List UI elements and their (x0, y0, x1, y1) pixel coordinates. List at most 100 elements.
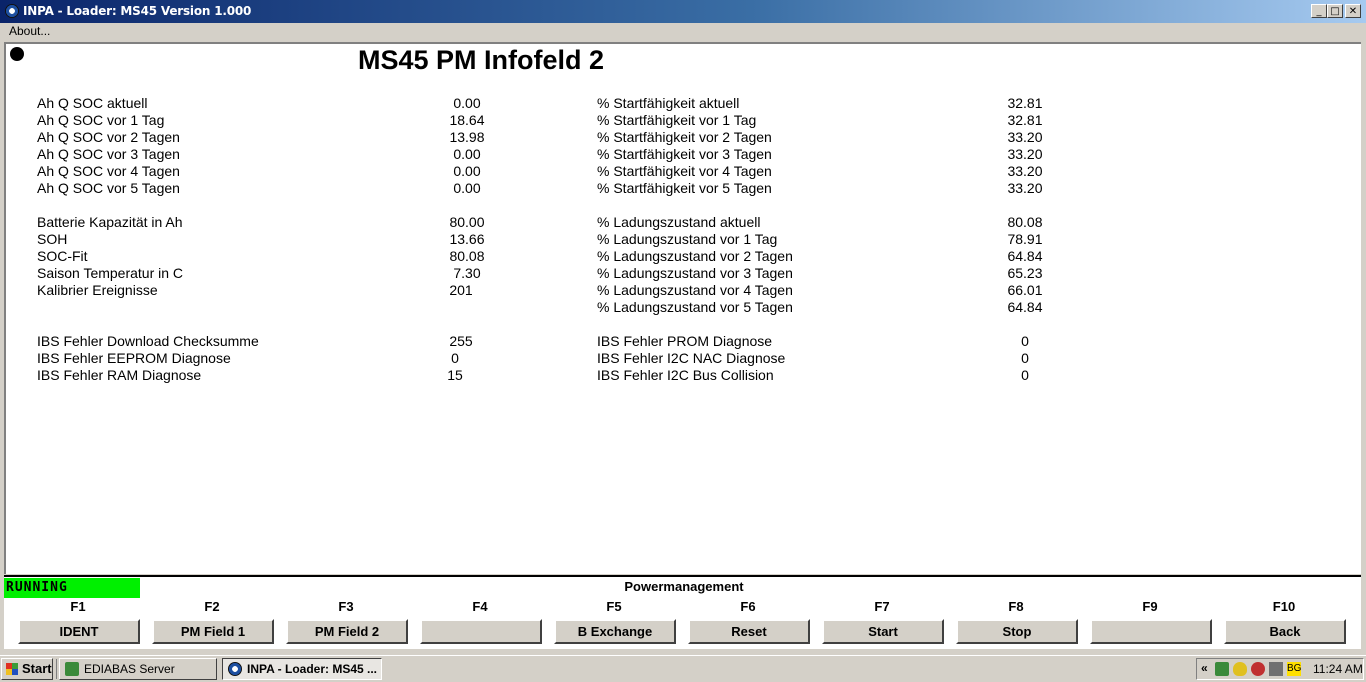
right-label: % Ladungszustand vor 2 Tagen (597, 248, 793, 264)
shield-icon[interactable] (1233, 662, 1247, 676)
right-label: % Startfähigkeit vor 3 Tagen (597, 146, 772, 162)
security-icon[interactable] (1251, 662, 1265, 676)
start-button[interactable]: Start (822, 619, 944, 644)
right-label: IBS Fehler PROM Diagnose (597, 333, 773, 349)
left-label: Ah Q SOC vor 4 Tagen (37, 163, 180, 179)
left-label: IBS Fehler RAM Diagnose (37, 367, 202, 383)
right-label: % Startfähigkeit vor 1 Tag (597, 112, 757, 128)
right-value: 33.20 (1007, 129, 1043, 145)
left-label: Ah Q SOC vor 3 Tagen (37, 146, 180, 162)
right-value: 65.23 (1007, 265, 1043, 281)
fkey-label-f7: F7 (874, 599, 890, 614)
pm-field-2-button[interactable]: PM Field 2 (286, 619, 408, 644)
right-label: % Ladungszustand vor 1 Tag (597, 231, 778, 247)
fkey-label-f6: F6 (740, 599, 756, 614)
reset-button[interactable]: Reset (688, 619, 810, 644)
taskbar-item-label: INPA - Loader: MS45 ... (247, 662, 378, 676)
bmw-icon (228, 662, 242, 676)
right-value: 80.08 (1007, 214, 1043, 230)
right-value: 66.01 (1007, 282, 1043, 298)
right-value: 33.20 (1007, 146, 1043, 162)
left-value: 15 (447, 367, 463, 383)
f9-button[interactable] (1090, 619, 1212, 644)
system-tray: « BG 11:24 AM (1196, 658, 1364, 680)
close-button[interactable]: ✕ (1345, 4, 1361, 18)
left-value: 255 (449, 333, 473, 349)
taskbar-item-label: EDIABAS Server (84, 662, 175, 676)
right-value: 33.20 (1007, 163, 1043, 179)
pm-field-1-button[interactable]: PM Field 1 (152, 619, 274, 644)
left-label: Saison Temperatur in C (37, 265, 184, 281)
tray-expand-button[interactable]: « (1201, 661, 1208, 675)
right-label: % Startfähigkeit aktuell (597, 95, 740, 111)
right-value: 0 (1021, 350, 1029, 366)
right-label: % Startfähigkeit vor 5 Tagen (597, 180, 772, 196)
right-value: 32.81 (1007, 95, 1043, 111)
left-value: 201 (449, 282, 473, 298)
clock[interactable]: 11:24 AM (1313, 662, 1363, 676)
fkey-label-f4: F4 (472, 599, 488, 614)
window-title: INPA - Loader: MS45 Version 1.000 (23, 4, 252, 18)
right-label: IBS Fehler I2C Bus Collision (597, 367, 774, 383)
left-value: 0.00 (453, 95, 481, 111)
right-value: 64.84 (1007, 248, 1043, 264)
start-menu-button[interactable]: Start (1, 658, 53, 680)
left-label: Kalibrier Ereignisse (37, 282, 158, 298)
stop-button[interactable]: Stop (956, 619, 1078, 644)
left-value: 13.98 (449, 129, 485, 145)
menu-bar: About... (0, 23, 1366, 41)
right-label: % Ladungszustand vor 5 Tagen (597, 299, 793, 315)
left-value: 7.30 (453, 265, 481, 281)
b-exchange-button[interactable]: B Exchange (554, 619, 676, 644)
left-value: 0.00 (453, 146, 481, 162)
right-value: 0 (1021, 367, 1029, 383)
right-label: % Startfähigkeit vor 2 Tagen (597, 129, 772, 145)
fkey-label-f2: F2 (204, 599, 220, 614)
vm-icon[interactable] (1269, 662, 1283, 676)
left-label: Ah Q SOC vor 1 Tag (37, 112, 165, 128)
f4-button[interactable] (420, 619, 542, 644)
server-icon (65, 662, 79, 676)
title-bar[interactable]: INPA - Loader: MS45 Version 1.000 _ □ ✕ (0, 0, 1366, 23)
taskbar-item-inpa[interactable]: INPA - Loader: MS45 ... (222, 658, 382, 680)
section-label: Powermanagement (624, 579, 744, 594)
network-icon[interactable] (1215, 662, 1229, 676)
back-button[interactable]: Back (1224, 619, 1346, 644)
menu-about[interactable]: About... (9, 24, 50, 38)
right-label: % Ladungszustand aktuell (597, 214, 761, 230)
left-label: Ah Q SOC vor 2 Tagen (37, 129, 180, 145)
function-key-panel: RUNNING Powermanagement F1 F2 F3 F4 F5 F… (4, 575, 1361, 649)
right-label: % Startfähigkeit vor 4 Tagen (597, 163, 772, 179)
left-label: SOC-Fit (37, 248, 88, 264)
minimize-button[interactable]: _ (1311, 4, 1327, 18)
fkey-label-f8: F8 (1008, 599, 1024, 614)
language-indicator[interactable]: BG (1287, 662, 1301, 676)
left-label: Ah Q SOC vor 5 Tagen (37, 180, 180, 196)
left-label: IBS Fehler Download Checksumme (37, 333, 259, 349)
right-label: IBS Fehler I2C NAC Diagnose (597, 350, 786, 366)
status-indicator: RUNNING (4, 578, 140, 598)
fkey-label-f3: F3 (338, 599, 354, 614)
ident-button[interactable]: IDENT (18, 619, 140, 644)
taskbar-item-ediabas[interactable]: EDIABAS Server (59, 658, 217, 680)
maximize-button[interactable]: □ (1327, 4, 1343, 18)
fkey-label-f10: F10 (1272, 599, 1296, 614)
right-value: 64.84 (1007, 299, 1043, 315)
start-label: Start (22, 661, 52, 676)
windows-logo-icon (6, 663, 18, 675)
left-label: Batterie Kapazität in Ah (37, 214, 183, 230)
page-title: MS45 PM Infofeld 2 (358, 45, 605, 75)
right-value: 33.20 (1007, 180, 1043, 196)
taskbar: Start EDIABAS Server INPA - Loader: MS45… (0, 655, 1366, 682)
left-value: 0.00 (453, 163, 481, 179)
right-label: % Ladungszustand vor 3 Tagen (597, 265, 793, 281)
right-value: 32.81 (1007, 112, 1043, 128)
left-value: 0.00 (453, 180, 481, 196)
left-label: IBS Fehler EEPROM Diagnose (37, 350, 231, 366)
info-panel: MS45 PM Infofeld 2 Ah Q SOC aktuell 0.00… (4, 42, 1361, 574)
right-label: % Ladungszustand vor 4 Tagen (597, 282, 793, 298)
left-value: 80.00 (449, 214, 485, 230)
right-value: 78.91 (1007, 231, 1043, 247)
left-value: 0 (451, 350, 459, 366)
fkey-label-f9: F9 (1142, 599, 1158, 614)
